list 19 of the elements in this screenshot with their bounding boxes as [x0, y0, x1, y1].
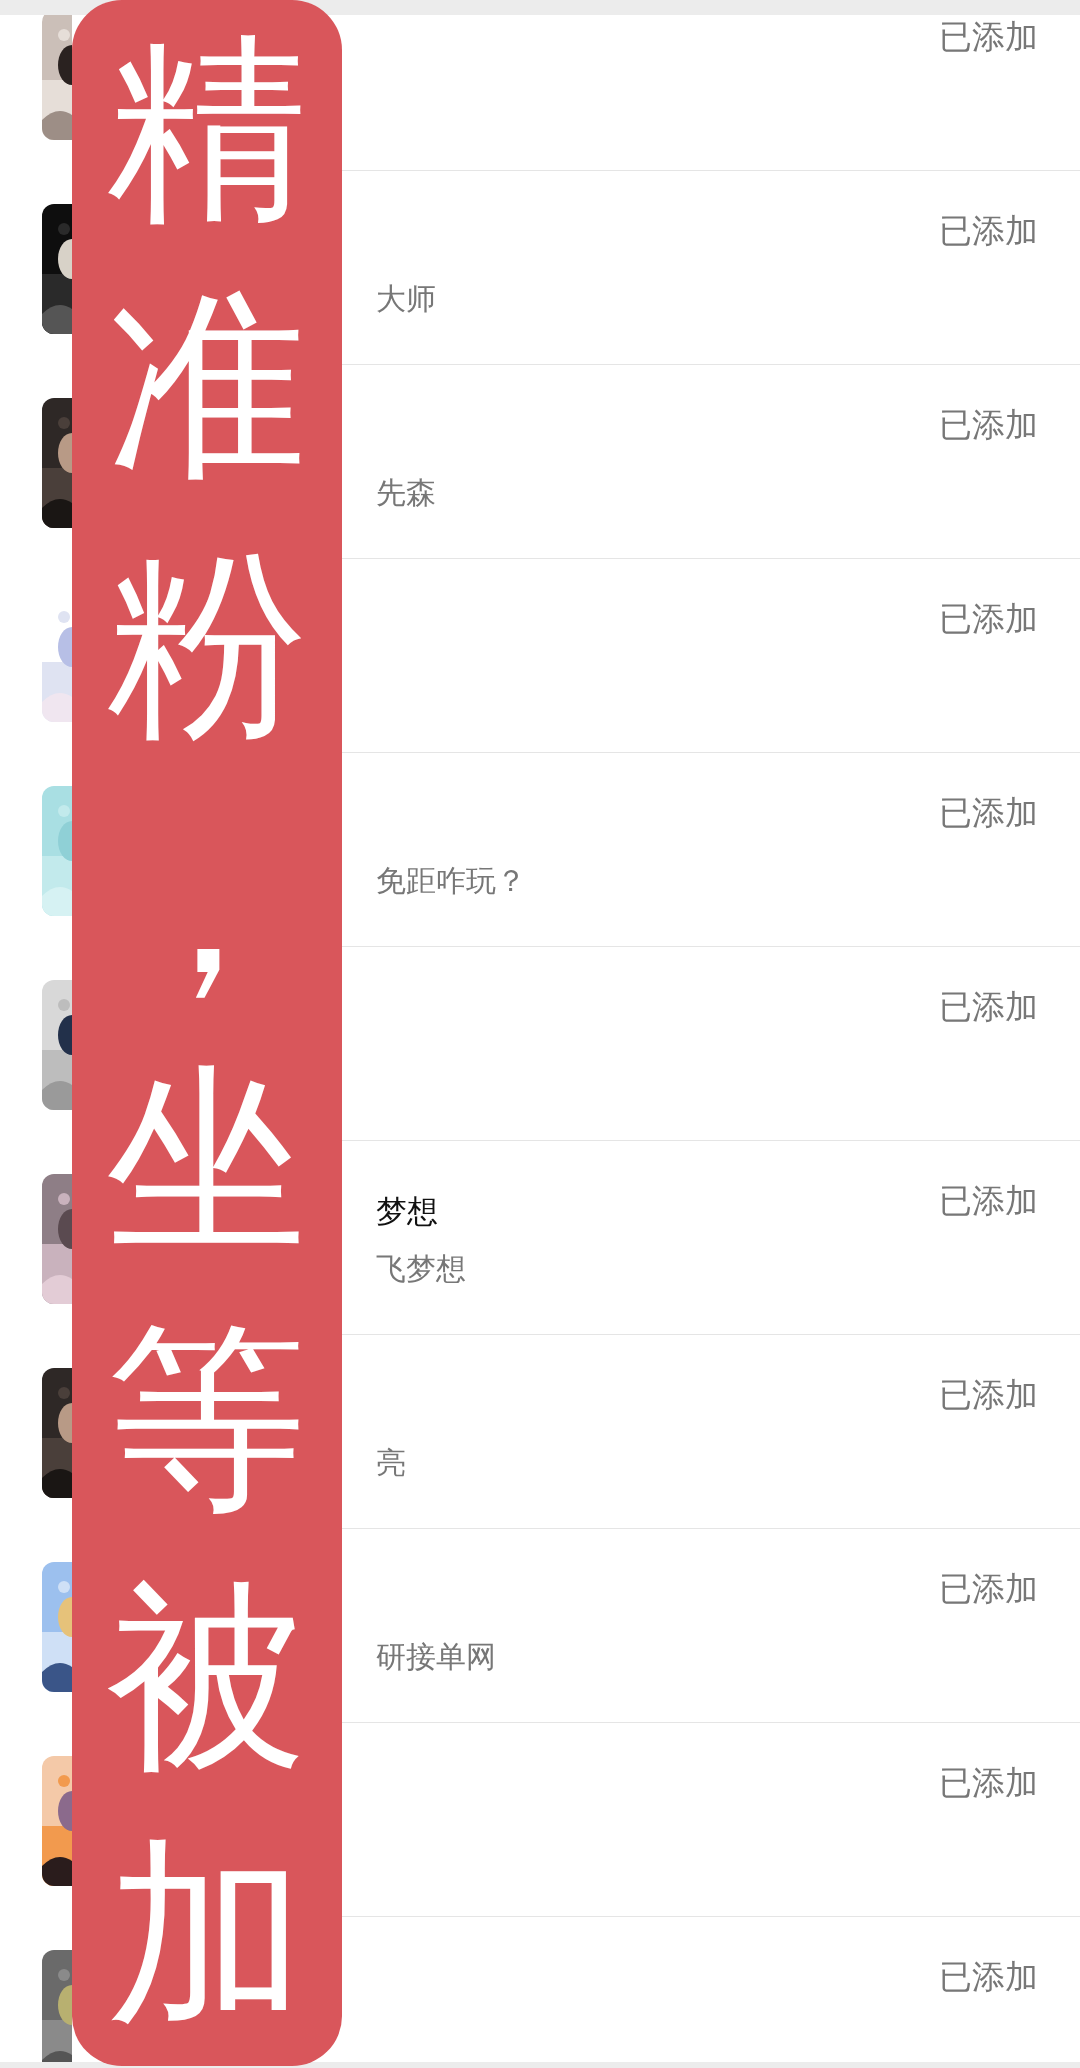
contact-remark: 先森: [376, 474, 436, 512]
contact-remark: 大师: [376, 280, 436, 318]
added-label: 已添加: [939, 16, 1038, 58]
contact-remark: 飞梦想: [376, 1250, 466, 1288]
added-label: 已添加: [939, 1568, 1038, 1610]
added-label: 已添加: [939, 1762, 1038, 1804]
banner-caption: 精准粉，坐等被加: [72, 0, 342, 2066]
added-label: 已添加: [939, 1956, 1038, 1998]
added-label: 已添加: [939, 210, 1038, 252]
contact-remark: 研接单网: [376, 1638, 496, 1676]
contact-remark: 亮: [376, 1444, 406, 1482]
added-label: 已添加: [939, 1374, 1038, 1416]
added-label: 已添加: [939, 598, 1038, 640]
contact-remark: 免距咋玩？: [376, 862, 526, 900]
added-label: 已添加: [939, 986, 1038, 1028]
added-label: 已添加: [939, 1180, 1038, 1222]
contact-name: 梦想: [376, 1192, 439, 1231]
added-label: 已添加: [939, 404, 1038, 446]
added-label: 已添加: [939, 792, 1038, 834]
